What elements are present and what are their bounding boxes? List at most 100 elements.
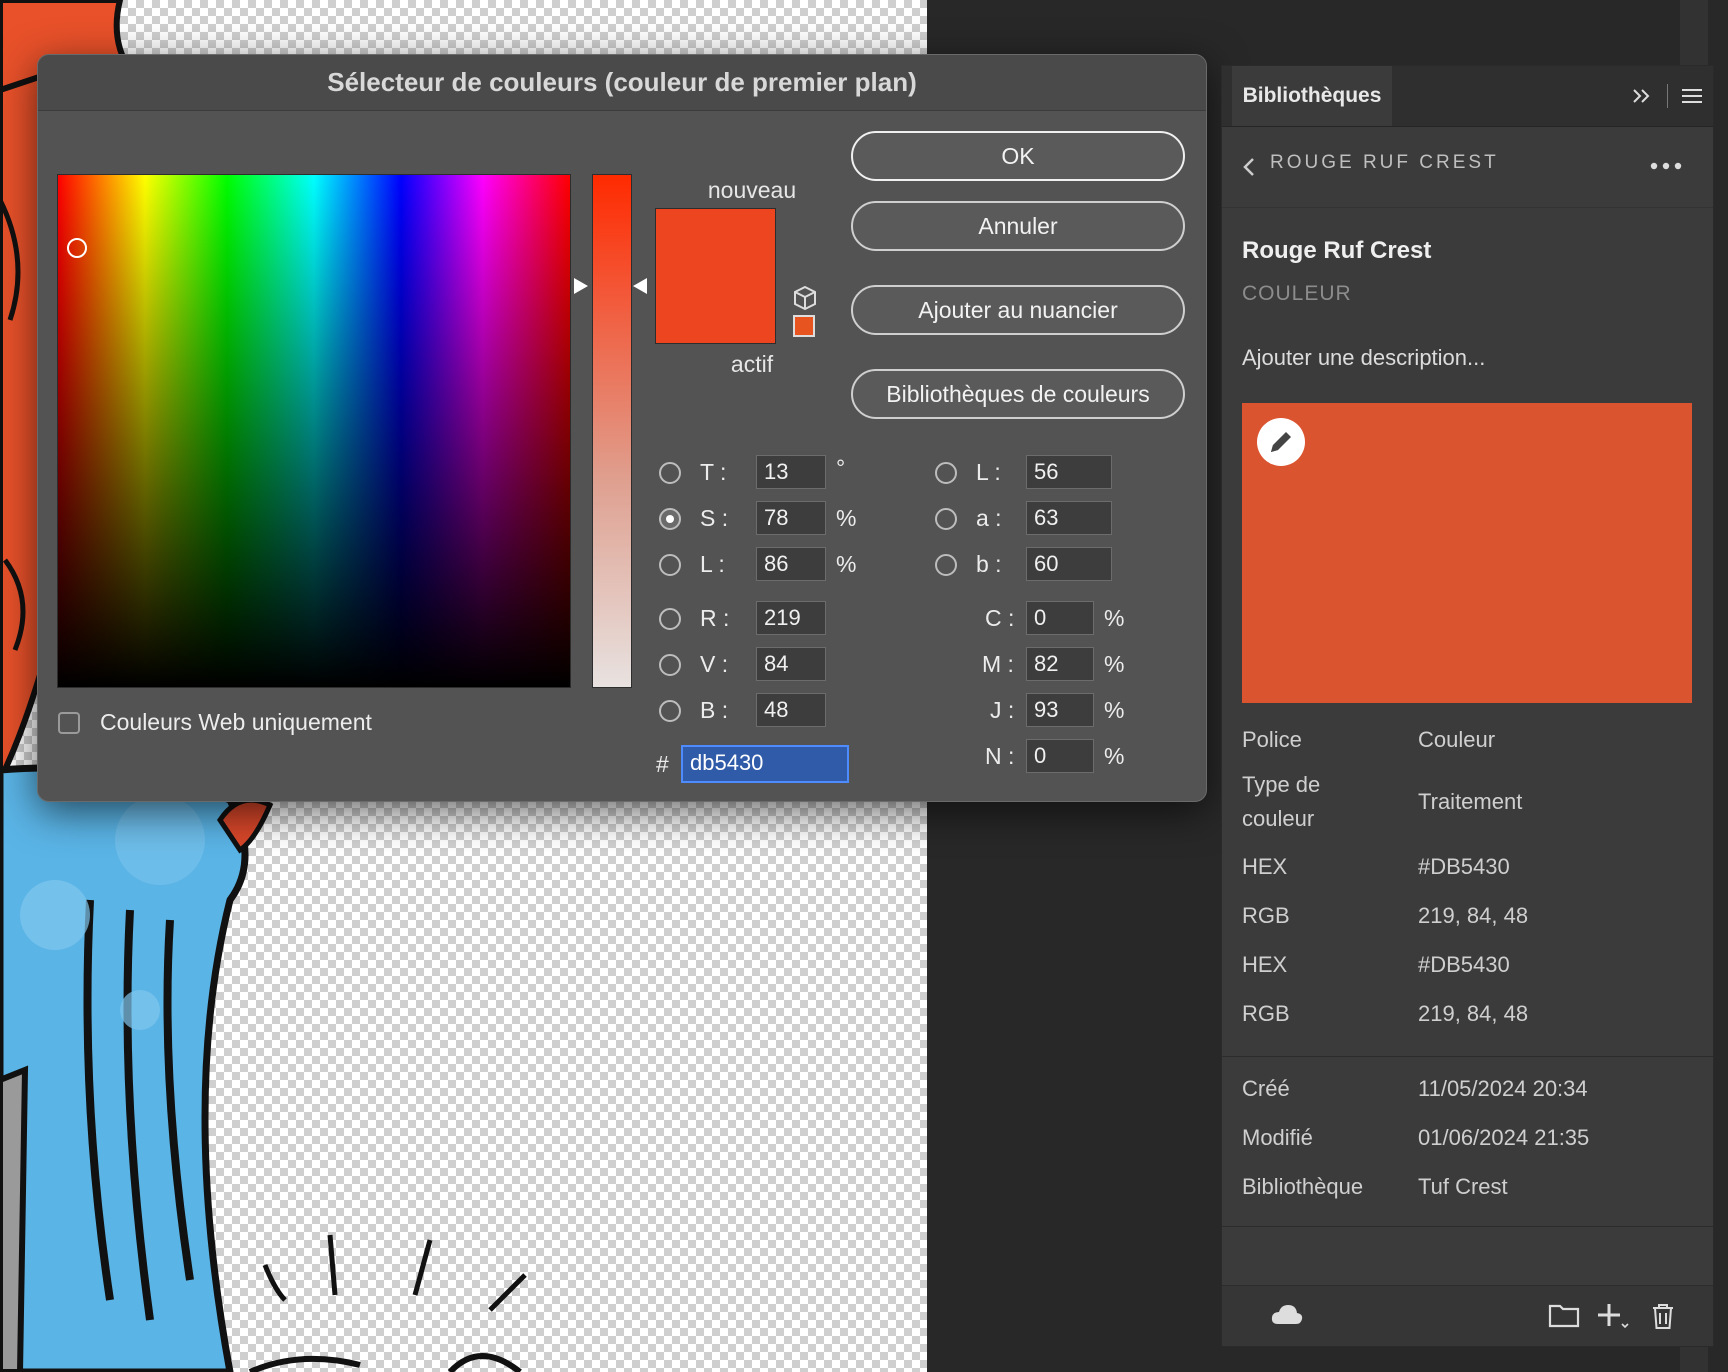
out-of-gamut-swatch[interactable] xyxy=(793,315,815,337)
magenta-input[interactable]: 82 xyxy=(1026,647,1094,681)
red-label: R : xyxy=(700,605,730,631)
more-icon[interactable] xyxy=(1650,161,1682,171)
prop-value-hex-2[interactable]: #DB5430 xyxy=(1418,952,1510,978)
back-icon[interactable] xyxy=(1242,157,1256,177)
asset-color-swatch[interactable] xyxy=(1242,403,1692,703)
meta-key-library: Bibliothèque xyxy=(1242,1174,1364,1199)
radio-lab-b[interactable] xyxy=(935,554,957,576)
red-input[interactable]: 219 xyxy=(756,601,826,635)
lab-a-label: a : xyxy=(976,505,1002,531)
panel-divider xyxy=(1222,1056,1713,1057)
cancel-button[interactable]: Annuler xyxy=(851,201,1185,251)
meta-key-modified: Modifié xyxy=(1242,1125,1313,1150)
slider-arrow-left[interactable] xyxy=(574,278,588,294)
radio-saturation[interactable] xyxy=(659,508,681,530)
saturation-input[interactable]: 78 xyxy=(756,501,826,535)
panel-menu-icon[interactable] xyxy=(1682,88,1702,104)
new-color-label: nouveau xyxy=(707,177,797,203)
lab-l-label: L : xyxy=(976,459,1001,485)
color-picker-dialog: Sélecteur de couleurs (couleur de premie… xyxy=(37,54,1207,802)
green-input[interactable]: 84 xyxy=(756,647,826,681)
prop-key-font: Police xyxy=(1242,727,1302,752)
color-field-handle[interactable] xyxy=(67,238,87,258)
yellow-unit: % xyxy=(1104,697,1125,723)
lab-b-input[interactable]: 60 xyxy=(1026,547,1112,581)
brightness-unit: % xyxy=(836,551,857,577)
ok-button[interactable]: OK xyxy=(851,131,1185,181)
prop-value-hex[interactable]: #DB5430 xyxy=(1418,854,1510,880)
prop-key-color-type-line2: couleur xyxy=(1242,806,1315,831)
yellow-label: J : xyxy=(990,697,1015,723)
cyan-input[interactable]: 0 xyxy=(1026,601,1094,635)
asset-name[interactable]: Rouge Ruf Crest xyxy=(1242,237,1431,265)
cyan-label: C : xyxy=(985,605,1015,631)
black-label: N : xyxy=(985,743,1015,769)
magenta-unit: % xyxy=(1104,651,1125,677)
blue-input[interactable]: 48 xyxy=(756,693,826,727)
prop-key-rgb: RGB xyxy=(1242,903,1290,928)
color-field[interactable] xyxy=(57,174,571,688)
meta-value-created: 11/05/2024 20:34 xyxy=(1418,1076,1588,1101)
prop-value-rgb-2[interactable]: 219, 84, 48 xyxy=(1418,1001,1528,1027)
web-colors-label: Couleurs Web uniquement xyxy=(100,709,372,735)
hue-input[interactable]: 13 xyxy=(756,455,826,489)
add-icon[interactable] xyxy=(1596,1302,1630,1330)
tab-libraries[interactable]: Bibliothèques xyxy=(1232,66,1392,126)
brightness-input[interactable]: 86 xyxy=(756,547,826,581)
add-to-swatches-button[interactable]: Ajouter au nuancier xyxy=(851,285,1185,335)
prop-value-rgb[interactable]: 219, 84, 48 xyxy=(1418,903,1528,929)
prop-value-font: Couleur xyxy=(1418,727,1496,752)
cloud-icon[interactable] xyxy=(1270,1302,1304,1326)
tab-bar-divider xyxy=(1667,84,1668,108)
hex-input[interactable]: db5430 xyxy=(681,745,849,783)
trash-icon[interactable] xyxy=(1650,1302,1676,1330)
brightness-label: L : xyxy=(700,551,725,577)
dialog-title: Sélecteur de couleurs (couleur de premie… xyxy=(38,55,1206,111)
panel-divider-2 xyxy=(1222,1226,1713,1227)
black-input[interactable]: 0 xyxy=(1026,739,1094,773)
current-color-label: actif xyxy=(730,351,774,377)
description-field[interactable]: Ajouter une description... xyxy=(1242,345,1485,371)
folder-icon[interactable] xyxy=(1548,1302,1580,1328)
prop-value-color-type: Traitement xyxy=(1418,789,1523,814)
cyan-unit: % xyxy=(1104,605,1125,631)
radio-hue[interactable] xyxy=(659,462,681,484)
asset-type: COULEUR xyxy=(1242,282,1352,305)
web-colors-checkbox[interactable] xyxy=(58,712,80,734)
saturation-unit: % xyxy=(836,505,857,531)
hex-prefix: # xyxy=(656,751,669,777)
color-libraries-button[interactable]: Bibliothèques de couleurs xyxy=(851,369,1185,419)
hue-label: T : xyxy=(700,459,727,485)
lab-b-label: b : xyxy=(976,551,1002,577)
breadcrumb[interactable]: ROUGE RUF CREST xyxy=(1270,152,1499,174)
radio-green[interactable] xyxy=(659,654,681,676)
blue-label: B : xyxy=(700,697,729,723)
radio-brightness[interactable] xyxy=(659,554,681,576)
panel-footer xyxy=(1222,1285,1713,1346)
prop-key-hex-2: HEX xyxy=(1242,952,1288,977)
edit-icon xyxy=(1271,432,1291,452)
color-preview-swatch xyxy=(655,208,776,344)
edit-button[interactable] xyxy=(1257,418,1305,466)
prop-key-color-type-line1: Type de xyxy=(1242,772,1321,797)
meta-key-created: Créé xyxy=(1242,1076,1290,1101)
panel-header: ROUGE RUF CREST xyxy=(1222,127,1713,208)
radio-lab-l[interactable] xyxy=(935,462,957,484)
cube-icon[interactable] xyxy=(792,285,818,311)
radio-red[interactable] xyxy=(659,608,681,630)
slider-arrow-right[interactable] xyxy=(633,278,647,294)
libraries-panel: Bibliothèques ROUGE RUF CREST Rouge Ruf … xyxy=(1221,65,1714,1347)
radio-lab-a[interactable] xyxy=(935,508,957,530)
black-unit: % xyxy=(1104,743,1125,769)
saturation-label: S : xyxy=(700,505,729,531)
prop-key-rgb-2: RGB xyxy=(1242,1001,1290,1026)
radio-blue[interactable] xyxy=(659,700,681,722)
panel-tab-bar: Bibliothèques xyxy=(1222,66,1713,127)
lab-l-input[interactable]: 56 xyxy=(1026,455,1112,489)
yellow-input[interactable]: 93 xyxy=(1026,693,1094,727)
color-slider[interactable] xyxy=(592,174,632,688)
hue-unit: ° xyxy=(836,455,846,481)
magenta-label: M : xyxy=(982,651,1014,677)
expand-icon[interactable] xyxy=(1632,88,1652,104)
lab-a-input[interactable]: 63 xyxy=(1026,501,1112,535)
